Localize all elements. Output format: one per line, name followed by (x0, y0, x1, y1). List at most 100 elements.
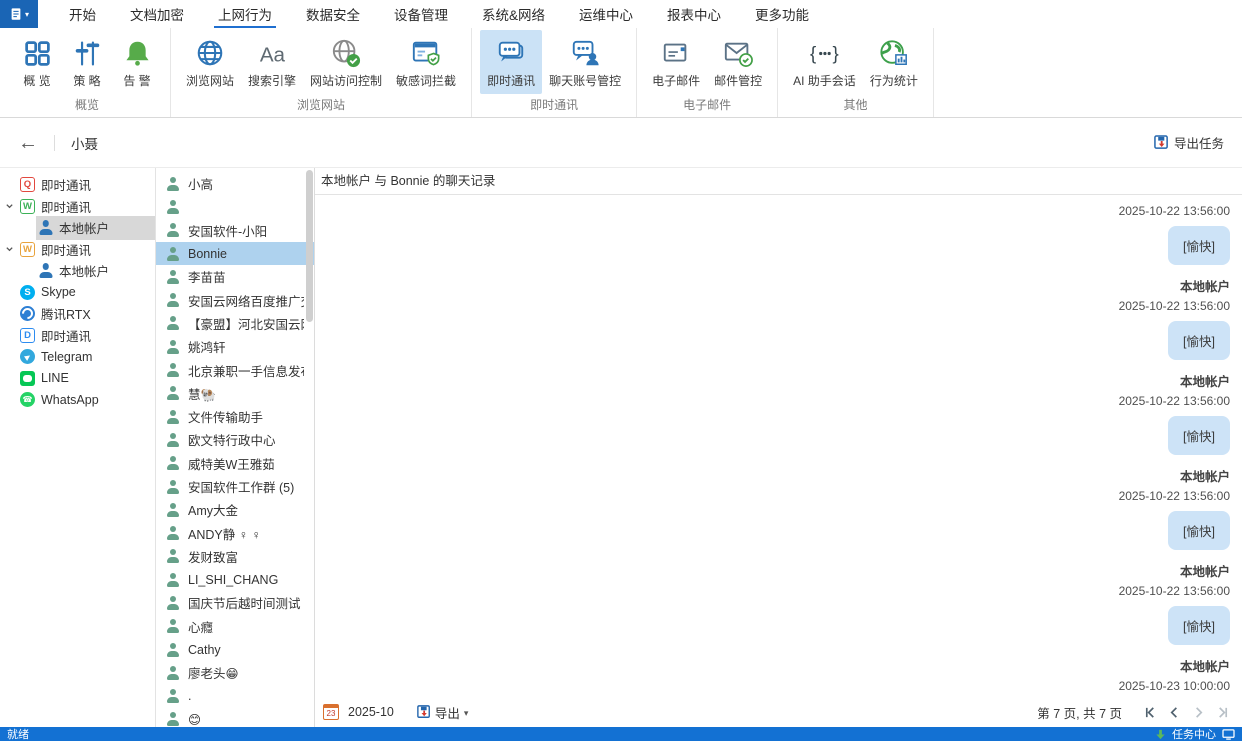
menu-tab[interactable]: 系统&网络 (465, 0, 562, 28)
contact-row[interactable]: 姚鸿轩 (156, 335, 314, 358)
globe-check-icon (331, 36, 361, 70)
sidebar-item[interactable]: 本地帐户 (0, 217, 155, 239)
contact-row[interactable]: 小高 (156, 172, 314, 195)
sliders-icon (73, 36, 102, 70)
contact-name: Cathy (188, 643, 304, 657)
contact-row[interactable]: 文件传输助手 (156, 405, 314, 428)
contact-row[interactable]: LI_SHI_CHANG (156, 568, 314, 591)
ai-assistant-session-button[interactable]: {} AI 助手会话 (786, 30, 863, 94)
pagination (1143, 705, 1230, 720)
contact-row[interactable]: 北京兼职一手信息发布群（... (156, 358, 314, 381)
contact-row[interactable] (156, 195, 314, 218)
contact-name: . (188, 689, 304, 703)
im-button[interactable]: 即时通讯 (480, 30, 542, 94)
chevron-down-icon[interactable] (5, 245, 14, 254)
prev-page-button[interactable] (1167, 705, 1182, 720)
sidebar-item-label: 本地帐户 (59, 261, 109, 280)
contact-row[interactable]: 慧🐏 (156, 382, 314, 405)
browse-sites-button[interactable]: 浏览网站 (179, 30, 241, 94)
search-engine-button[interactable]: Aa 搜索引擎 (241, 30, 303, 94)
export-task-button[interactable]: 导出任务 (1154, 133, 1224, 152)
contact-avatar-icon (166, 689, 180, 703)
menu-tab[interactable]: 开始 (52, 0, 113, 28)
sidebar-item[interactable]: Telegram (0, 346, 155, 368)
contact-row[interactable]: 安国云网络百度推广交流群... (156, 288, 314, 311)
menu-tab[interactable]: 运维中心 (562, 0, 650, 28)
mail-icon (661, 36, 691, 70)
ribbon-group-label: 概览 (12, 94, 162, 118)
chevron-down-icon[interactable] (5, 202, 14, 211)
chevron-down-icon (464, 705, 469, 719)
contact-row[interactable]: . (156, 685, 314, 708)
chat-message: 本地帐户 2025-10-22 13:56:00 [愉快] (1119, 563, 1230, 645)
menu-tab[interactable]: 数据安全 (289, 0, 377, 28)
contact-name: LI_SHI_CHANG (188, 573, 304, 587)
sidebar-item[interactable]: 腾讯RTX (0, 303, 155, 325)
contact-row[interactable]: 心癮 (156, 615, 314, 638)
mail-control-button[interactable]: 邮件管控 (707, 30, 769, 94)
contact-avatar-icon (166, 410, 180, 424)
calendar-icon[interactable]: 23 (323, 704, 339, 720)
sidebar-item[interactable]: 即时通讯 (0, 239, 155, 261)
contact-row[interactable]: Cathy (156, 638, 314, 661)
page-header: ← 小聂 导出任务 (0, 118, 1242, 168)
menu-tab[interactable]: 报表中心 (650, 0, 738, 28)
contact-name: 欧文特行政中心 (188, 430, 304, 449)
chat-message: 本地帐户 2025-10-23 10:00:00 吕老师？怎么样了 您昨天也没回… (997, 658, 1230, 697)
contact-row[interactable]: 欧文特行政中心 (156, 428, 314, 451)
sidebar-item[interactable]: WhatsApp (0, 389, 155, 411)
contacts-scrollbar[interactable] (306, 170, 313, 322)
sidebar-item[interactable]: 即时通讯 (0, 325, 155, 347)
contact-row[interactable]: 安国软件工作群 (5) (156, 475, 314, 498)
document-icon (9, 7, 23, 21)
sidebar-item-label: 即时通讯 (41, 240, 91, 259)
menu-tab[interactable]: 上网行为 (201, 0, 289, 28)
contact-row[interactable]: Bonnie (156, 242, 314, 265)
contact-row[interactable]: 【豪盟】河北安国云网络科... (156, 312, 314, 335)
task-center-button[interactable]: 任务中心 (1172, 726, 1216, 741)
sidebar-item[interactable]: 即时通讯 (0, 196, 155, 218)
font-icon: Aa (257, 36, 287, 70)
contact-row[interactable]: 发财致富 (156, 545, 314, 568)
export-button[interactable]: 导出 (417, 703, 469, 722)
first-page-button[interactable] (1143, 705, 1158, 720)
sensitive-word-block-button[interactable]: 敏感词拦截 (389, 30, 463, 94)
contact-row[interactable]: 安国软件-小阳 (156, 219, 314, 242)
contact-row[interactable]: 😊 (156, 708, 314, 727)
overview-button[interactable]: 概 览 (12, 30, 62, 94)
monitor-icon[interactable] (1222, 729, 1235, 740)
contact-row[interactable]: ANDY静 ♀ ♀ (156, 521, 314, 544)
sidebar-item[interactable]: LINE (0, 368, 155, 390)
app-menu-button[interactable] (0, 0, 38, 28)
braces-icon: {} (809, 36, 839, 70)
policy-button[interactable]: 策 略 (62, 30, 112, 94)
email-button[interactable]: 电子邮件 (645, 30, 707, 94)
sidebar-item-label: 即时通讯 (41, 197, 91, 216)
contact-row[interactable]: Amy大金 (156, 498, 314, 521)
next-page-button[interactable] (1191, 705, 1206, 720)
ribbon-group-browsing: 浏览网站 Aa 搜索引擎 网站访问控制 敏感词拦截 浏览网站 (171, 28, 472, 117)
chat-account-control-button[interactable]: 聊天账号管控 (542, 30, 628, 94)
menubar: 开始 文档加密 上网行为 数据安全 设备管理 系统&网络 运维中心 报表中心 更… (0, 0, 1242, 28)
sidebar-item[interactable]: Skype (0, 282, 155, 304)
menu-tab[interactable]: 更多功能 (738, 0, 826, 28)
save-export-icon (417, 705, 431, 719)
sidebar-item-label: 腾讯RTX (41, 304, 91, 323)
contact-row[interactable]: 威特美W王雅茹 (156, 452, 314, 475)
month-picker[interactable]: 2025-10 (348, 705, 394, 719)
contact-row[interactable]: 廖老头😁 (156, 661, 314, 684)
back-button[interactable]: ← (18, 133, 38, 153)
site-access-control-button[interactable]: 网站访问控制 (303, 30, 389, 94)
sidebar-item[interactable]: 本地帐户 (0, 260, 155, 282)
alert-button[interactable]: 告 警 (112, 30, 162, 94)
last-page-button[interactable] (1215, 705, 1230, 720)
menu-tab[interactable]: 设备管理 (377, 0, 465, 28)
sidebar-item[interactable]: 即时通讯 (0, 174, 155, 196)
menu-tab[interactable]: 文档加密 (113, 0, 201, 28)
divider (54, 135, 55, 151)
contact-row[interactable]: 李苗苗 (156, 265, 314, 288)
sidebar-item-label: 即时通讯 (41, 326, 91, 345)
behavior-stats-button[interactable]: 行为统计 (863, 30, 925, 94)
message-time: 2025-10-22 13:56:00 (1119, 487, 1230, 506)
contact-row[interactable]: 国庆节后越时间测试 电脑... (156, 591, 314, 614)
